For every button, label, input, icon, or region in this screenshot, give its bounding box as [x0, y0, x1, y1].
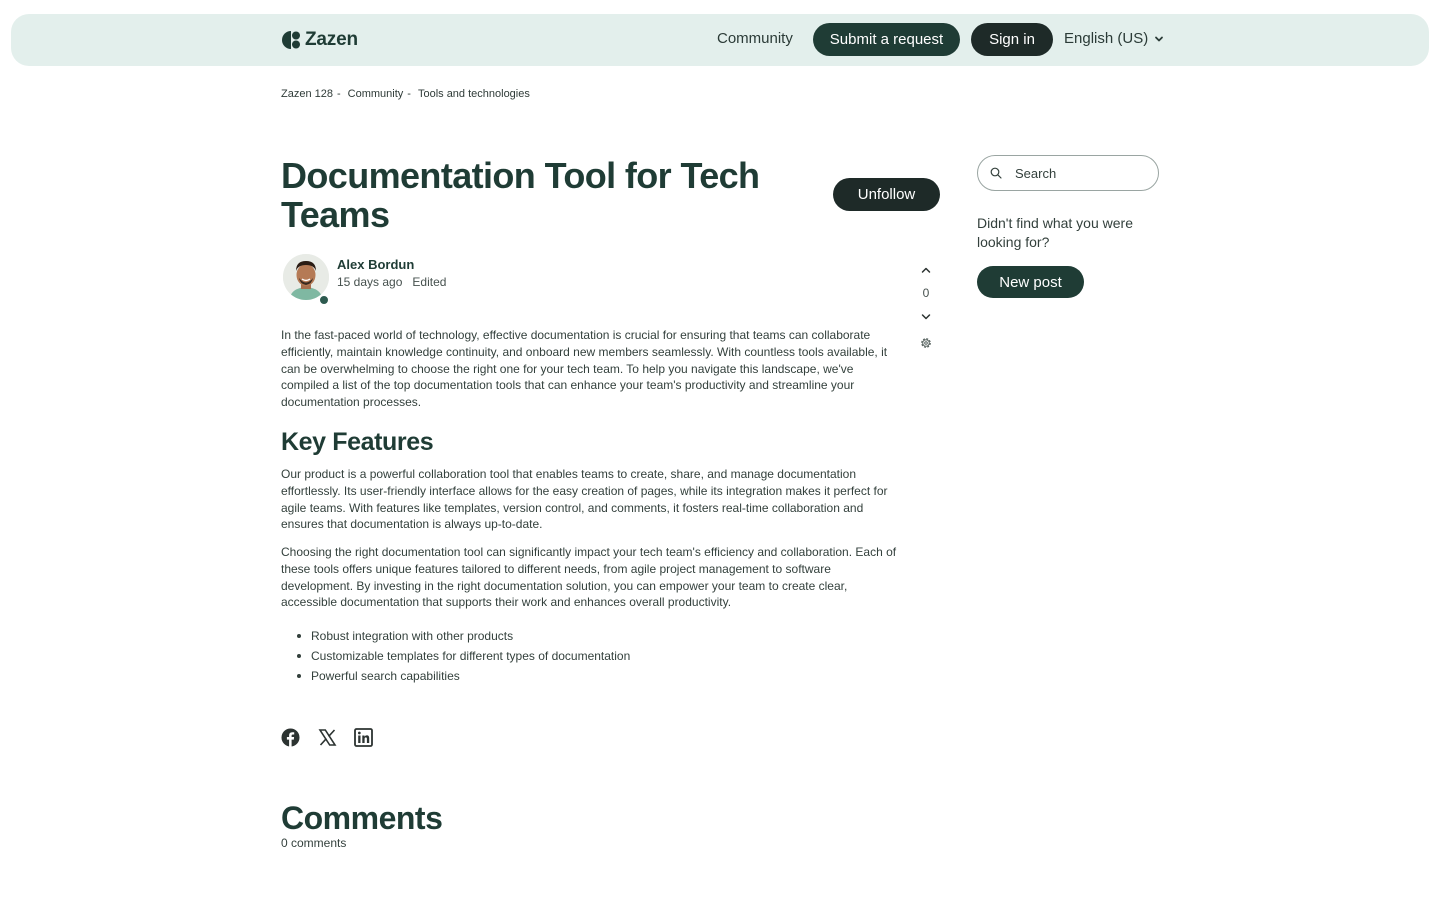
zazen-logo-icon: [282, 31, 300, 49]
edited-label: Edited: [412, 275, 447, 289]
post-meta: 15 days ago Edited: [337, 275, 446, 289]
logo-text: Zazen: [305, 29, 358, 50]
downvote-chevron-down-icon[interactable]: [919, 310, 933, 324]
facebook-icon[interactable]: [281, 728, 300, 747]
chevron-down-icon: [1155, 36, 1164, 41]
vote-count: 0: [922, 286, 930, 300]
upvote-chevron-up-icon[interactable]: [919, 263, 933, 277]
breadcrumb-item-community[interactable]: Community: [348, 88, 404, 100]
language-selector[interactable]: English (US): [1064, 30, 1164, 47]
submit-request-button[interactable]: Submit a request: [813, 23, 960, 56]
new-post-button[interactable]: New post: [977, 266, 1084, 298]
author-status-badge: [318, 294, 330, 306]
post-title: Documentation Tool for Tech Teams: [281, 155, 760, 235]
logo[interactable]: Zazen: [281, 29, 358, 51]
author-name[interactable]: Alex Bordun: [337, 257, 414, 272]
gear-icon[interactable]: [919, 336, 933, 350]
breadcrumb: Zazen 128- Community - Tools and technolo…: [281, 88, 530, 100]
feature-list: Robust integration with other products C…: [297, 626, 630, 686]
sign-in-button[interactable]: Sign in: [971, 23, 1053, 56]
language-label: English (US): [1064, 30, 1149, 47]
post-paragraph-conclusion: Choosing the right documentation tool ca…: [281, 545, 897, 610]
unfollow-button[interactable]: Unfollow: [833, 178, 940, 211]
sidebar-prompt: Didn't find what you were looking for?: [977, 215, 1133, 250]
breadcrumb-item-home[interactable]: Zazen 128: [281, 88, 333, 100]
post-paragraph-features: Our product is a powerful collaboration …: [281, 467, 888, 532]
list-item: Robust integration with other products: [297, 626, 630, 646]
nav-community-link[interactable]: Community: [717, 30, 793, 47]
breadcrumb-separator: -: [336, 88, 341, 100]
search-input[interactable]: [1015, 165, 1145, 181]
comments-count: 0 comments: [281, 836, 347, 850]
comments-heading: Comments: [281, 800, 443, 836]
breadcrumb-separator: -: [407, 88, 411, 100]
list-item: Powerful search capabilities: [297, 666, 630, 686]
section-heading: Key Features: [281, 428, 434, 456]
linkedin-icon[interactable]: [354, 728, 373, 747]
post-paragraph-intro: In the fast-paced world of technology, e…: [281, 328, 888, 410]
breadcrumb-item-topic[interactable]: Tools and technologies: [418, 88, 530, 100]
search-box[interactable]: [977, 155, 1159, 191]
list-item: Customizable templates for different typ…: [297, 646, 630, 666]
site-header: Zazen Community Submit a request Sign in…: [11, 14, 1429, 66]
post-timestamp: 15 days ago: [337, 275, 403, 289]
x-twitter-icon[interactable]: [318, 728, 337, 747]
search-icon: [990, 167, 1002, 179]
